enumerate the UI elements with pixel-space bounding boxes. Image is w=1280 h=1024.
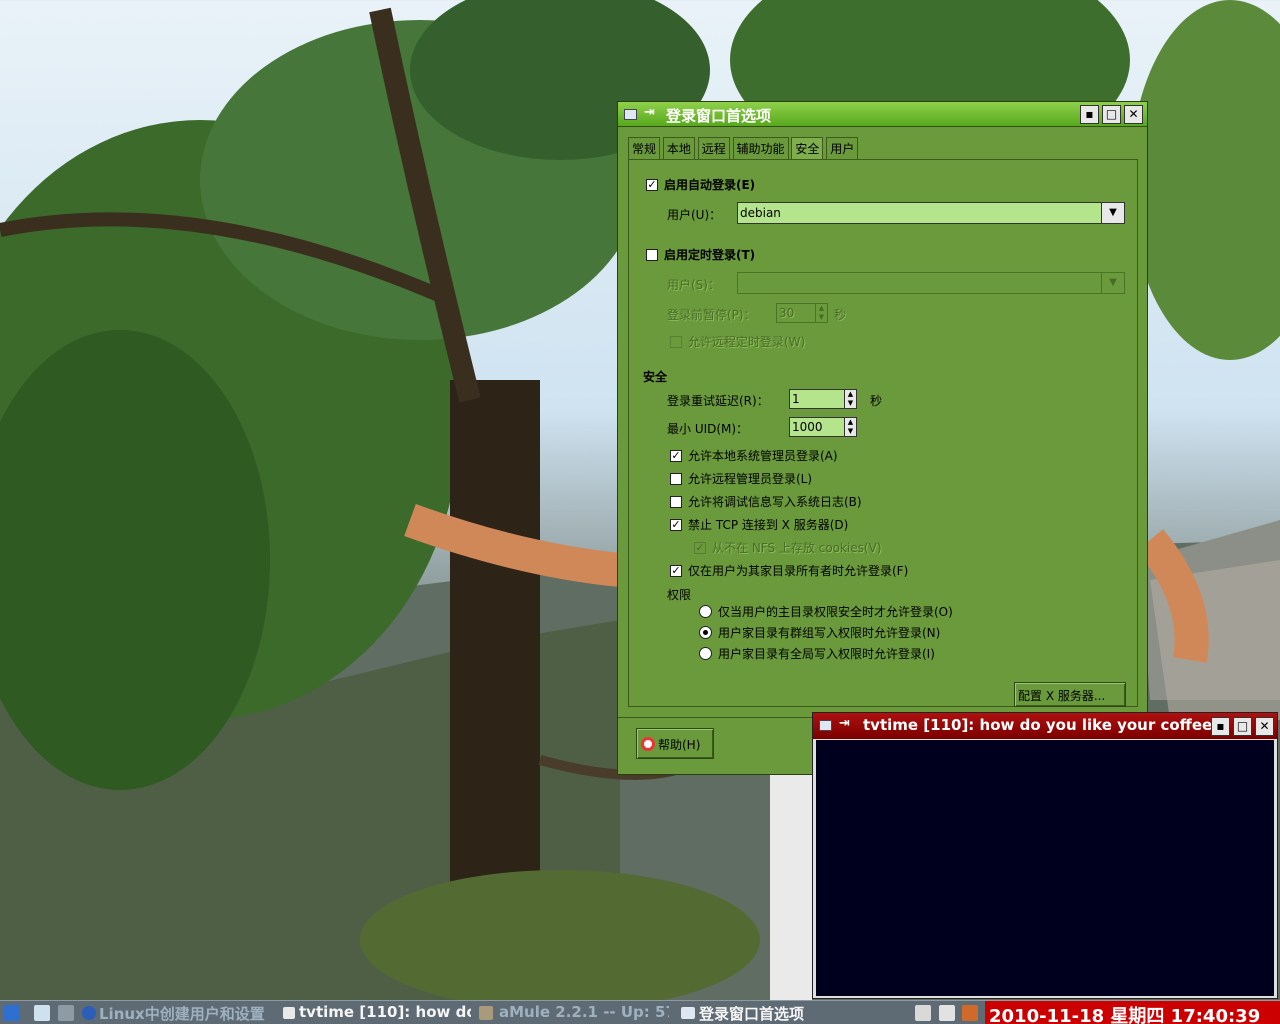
min-uid-spinner[interactable]: 1000 ▲ ▼	[789, 417, 857, 437]
retry-delay-value: 1	[792, 392, 800, 406]
dialog-title: 登录窗口首选项	[666, 107, 772, 125]
tab-accessibility[interactable]: 辅助功能	[732, 137, 789, 159]
allow-debug-checkbox[interactable]	[670, 496, 682, 508]
permission-option-secure: 仅当用户的主目录权限安全时才允许登录(O)	[718, 605, 953, 619]
tab-security[interactable]: 安全	[791, 137, 824, 159]
permission-radio-group-write[interactable]	[699, 626, 712, 639]
owner-only-label: 仅在用户为其家目录所有者时允许登录(F)	[688, 564, 909, 578]
permission-radio-secure[interactable]	[699, 605, 712, 618]
deny-tcp-checkbox[interactable]: ✓	[670, 519, 682, 531]
configure-x-server-button[interactable]: 配置 X 服务器...	[1014, 682, 1126, 707]
login-preferences-dialog: ⇥ 登录窗口首选项 ▪ □ ✕ 常规 本地 远程 辅助功能 安全 用户 ✓ 启用…	[617, 101, 1148, 775]
close-button[interactable]: ✕	[1124, 105, 1143, 124]
taskbar-item-tvtime[interactable]: tvtime [110]: how do	[299, 1003, 471, 1024]
clipboard-icon[interactable]	[939, 1005, 955, 1021]
retry-delay-spinner[interactable]: 1 ▲ ▼	[789, 389, 857, 409]
permissions-heading: 权限	[667, 588, 692, 602]
tvtime-titlebar[interactable]: ⇥ tvtime [110]: how do you like your cof…	[813, 713, 1277, 739]
amule-icon	[479, 1006, 493, 1020]
tvtime-video-area[interactable]	[816, 740, 1274, 996]
tab-remote[interactable]: 远程	[697, 137, 730, 159]
maximize-button[interactable]: □	[1102, 105, 1121, 124]
minimize-button[interactable]: ▪	[1211, 717, 1230, 736]
spinner-arrows-icon[interactable]: ▲ ▼	[815, 304, 827, 322]
taskbar-item-amule[interactable]: aMule 2.2.1 -- Up: 57	[499, 1003, 669, 1024]
chevron-down-icon[interactable]: ▼	[1101, 203, 1124, 223]
security-tab-panel: ✓ 启用自动登录(E) 用户(U)： debian ▼ 启用定时登录(T) 用户…	[628, 159, 1138, 707]
tab-local[interactable]: 本地	[662, 137, 695, 159]
auto-login-user-combo[interactable]: debian ▼	[737, 202, 1125, 224]
help-button-label: 帮助(H)	[658, 738, 701, 752]
minimize-button[interactable]: ▪	[1080, 105, 1099, 124]
taskbar-item-login-prefs[interactable]: 登录窗口首选项	[699, 1003, 904, 1024]
home-folder-icon[interactable]	[34, 1005, 50, 1021]
launcher-icon[interactable]	[58, 1005, 74, 1021]
dialog-icon	[681, 1007, 695, 1019]
auto-login-checkbox[interactable]: ✓	[646, 179, 658, 191]
tvtime-window: ⇥ tvtime [110]: how do you like your cof…	[812, 712, 1278, 999]
allow-local-admin-checkbox[interactable]: ✓	[670, 450, 682, 462]
auto-login-user-label: 用户(U)：	[667, 208, 722, 222]
no-nfs-cookies-label: 从不在 NFS 上存放 cookies(V)	[712, 541, 882, 555]
allow-local-admin-label: 允许本地系统管理员登录(A)	[688, 449, 838, 463]
login-pause-spinner[interactable]: 30 ▲ ▼	[776, 303, 828, 323]
login-pause-label: 登录前暂停(P)：	[667, 308, 756, 322]
min-uid-value: 1000	[792, 420, 823, 434]
remote-timed-login-label: 允许远程定时登录(W)	[688, 335, 806, 349]
window-menu-icon[interactable]	[624, 109, 637, 120]
auto-login-user-value: debian	[740, 206, 781, 220]
help-button[interactable]: 帮助(H)	[636, 728, 714, 759]
owner-only-checkbox[interactable]: ✓	[670, 565, 682, 577]
login-pause-value: 30	[779, 306, 795, 320]
no-nfs-cookies-checkbox[interactable]: ✓	[694, 542, 706, 554]
browser-icon	[82, 1006, 96, 1020]
timed-login-user-label: 用户(S)：	[667, 278, 720, 292]
allow-debug-label: 允许将调试信息写入系统日志(B)	[688, 495, 862, 509]
permission-option-world-write: 用户家目录有全局写入权限时允许登录(I)	[718, 647, 935, 661]
min-uid-label: 最小 UID(M)：	[667, 422, 749, 436]
timed-login-checkbox[interactable]	[646, 249, 658, 261]
start-menu-icon[interactable]	[4, 1005, 20, 1021]
spinner-arrows-icon[interactable]: ▲ ▼	[844, 390, 856, 408]
tvtime-icon	[283, 1007, 295, 1019]
clock[interactable]: 2010-11-18 星期四 17:40:39	[985, 1001, 1280, 1024]
tab-users[interactable]: 用户	[826, 137, 859, 159]
security-heading: 安全	[643, 370, 668, 384]
permission-radio-world-write[interactable]	[699, 647, 712, 660]
pin-icon[interactable]: ⇥	[644, 105, 655, 120]
tray-app-icon[interactable]	[962, 1005, 978, 1021]
timed-login-user-combo[interactable]: ▼	[737, 272, 1125, 294]
timed-login-label: 启用定时登录(T)	[664, 248, 756, 262]
window-menu-icon[interactable]	[819, 720, 832, 731]
auto-login-label: 启用自动登录(E)	[664, 178, 756, 192]
retry-delay-label: 登录重试延迟(R)：	[667, 394, 769, 408]
allow-remote-admin-checkbox[interactable]	[670, 473, 682, 485]
taskbar-item-browser[interactable]: Linux中创建用户和设置	[99, 1003, 271, 1024]
spinner-arrows-icon[interactable]: ▲ ▼	[844, 418, 856, 436]
tab-general[interactable]: 常规	[628, 137, 661, 159]
taskbar: Linux中创建用户和设置 tvtime [110]: how do aMule…	[0, 1000, 1280, 1024]
tab-bar: 常规 本地 远程 辅助功能 安全 用户	[628, 137, 859, 159]
maximize-button[interactable]: □	[1233, 717, 1252, 736]
remote-timed-login-checkbox[interactable]	[670, 336, 682, 348]
dialog-titlebar[interactable]: ⇥ 登录窗口首选项 ▪ □ ✕	[618, 102, 1147, 127]
deny-tcp-label: 禁止 TCP 连接到 X 服务器(D)	[688, 518, 849, 532]
permission-option-group-write: 用户家目录有群组写入权限时允许登录(N)	[718, 626, 941, 640]
retry-delay-unit: 秒	[870, 394, 883, 408]
printer-icon[interactable]	[915, 1005, 931, 1021]
login-pause-unit: 秒	[834, 308, 847, 322]
chevron-down-icon[interactable]: ▼	[1101, 273, 1124, 293]
pin-icon[interactable]: ⇥	[839, 716, 850, 731]
close-button[interactable]: ✕	[1255, 717, 1274, 736]
lifebuoy-icon	[641, 737, 655, 751]
tvtime-title: tvtime [110]: how do you like your coffe…	[863, 716, 1213, 734]
allow-remote-admin-label: 允许远程管理员登录(L)	[688, 472, 813, 486]
